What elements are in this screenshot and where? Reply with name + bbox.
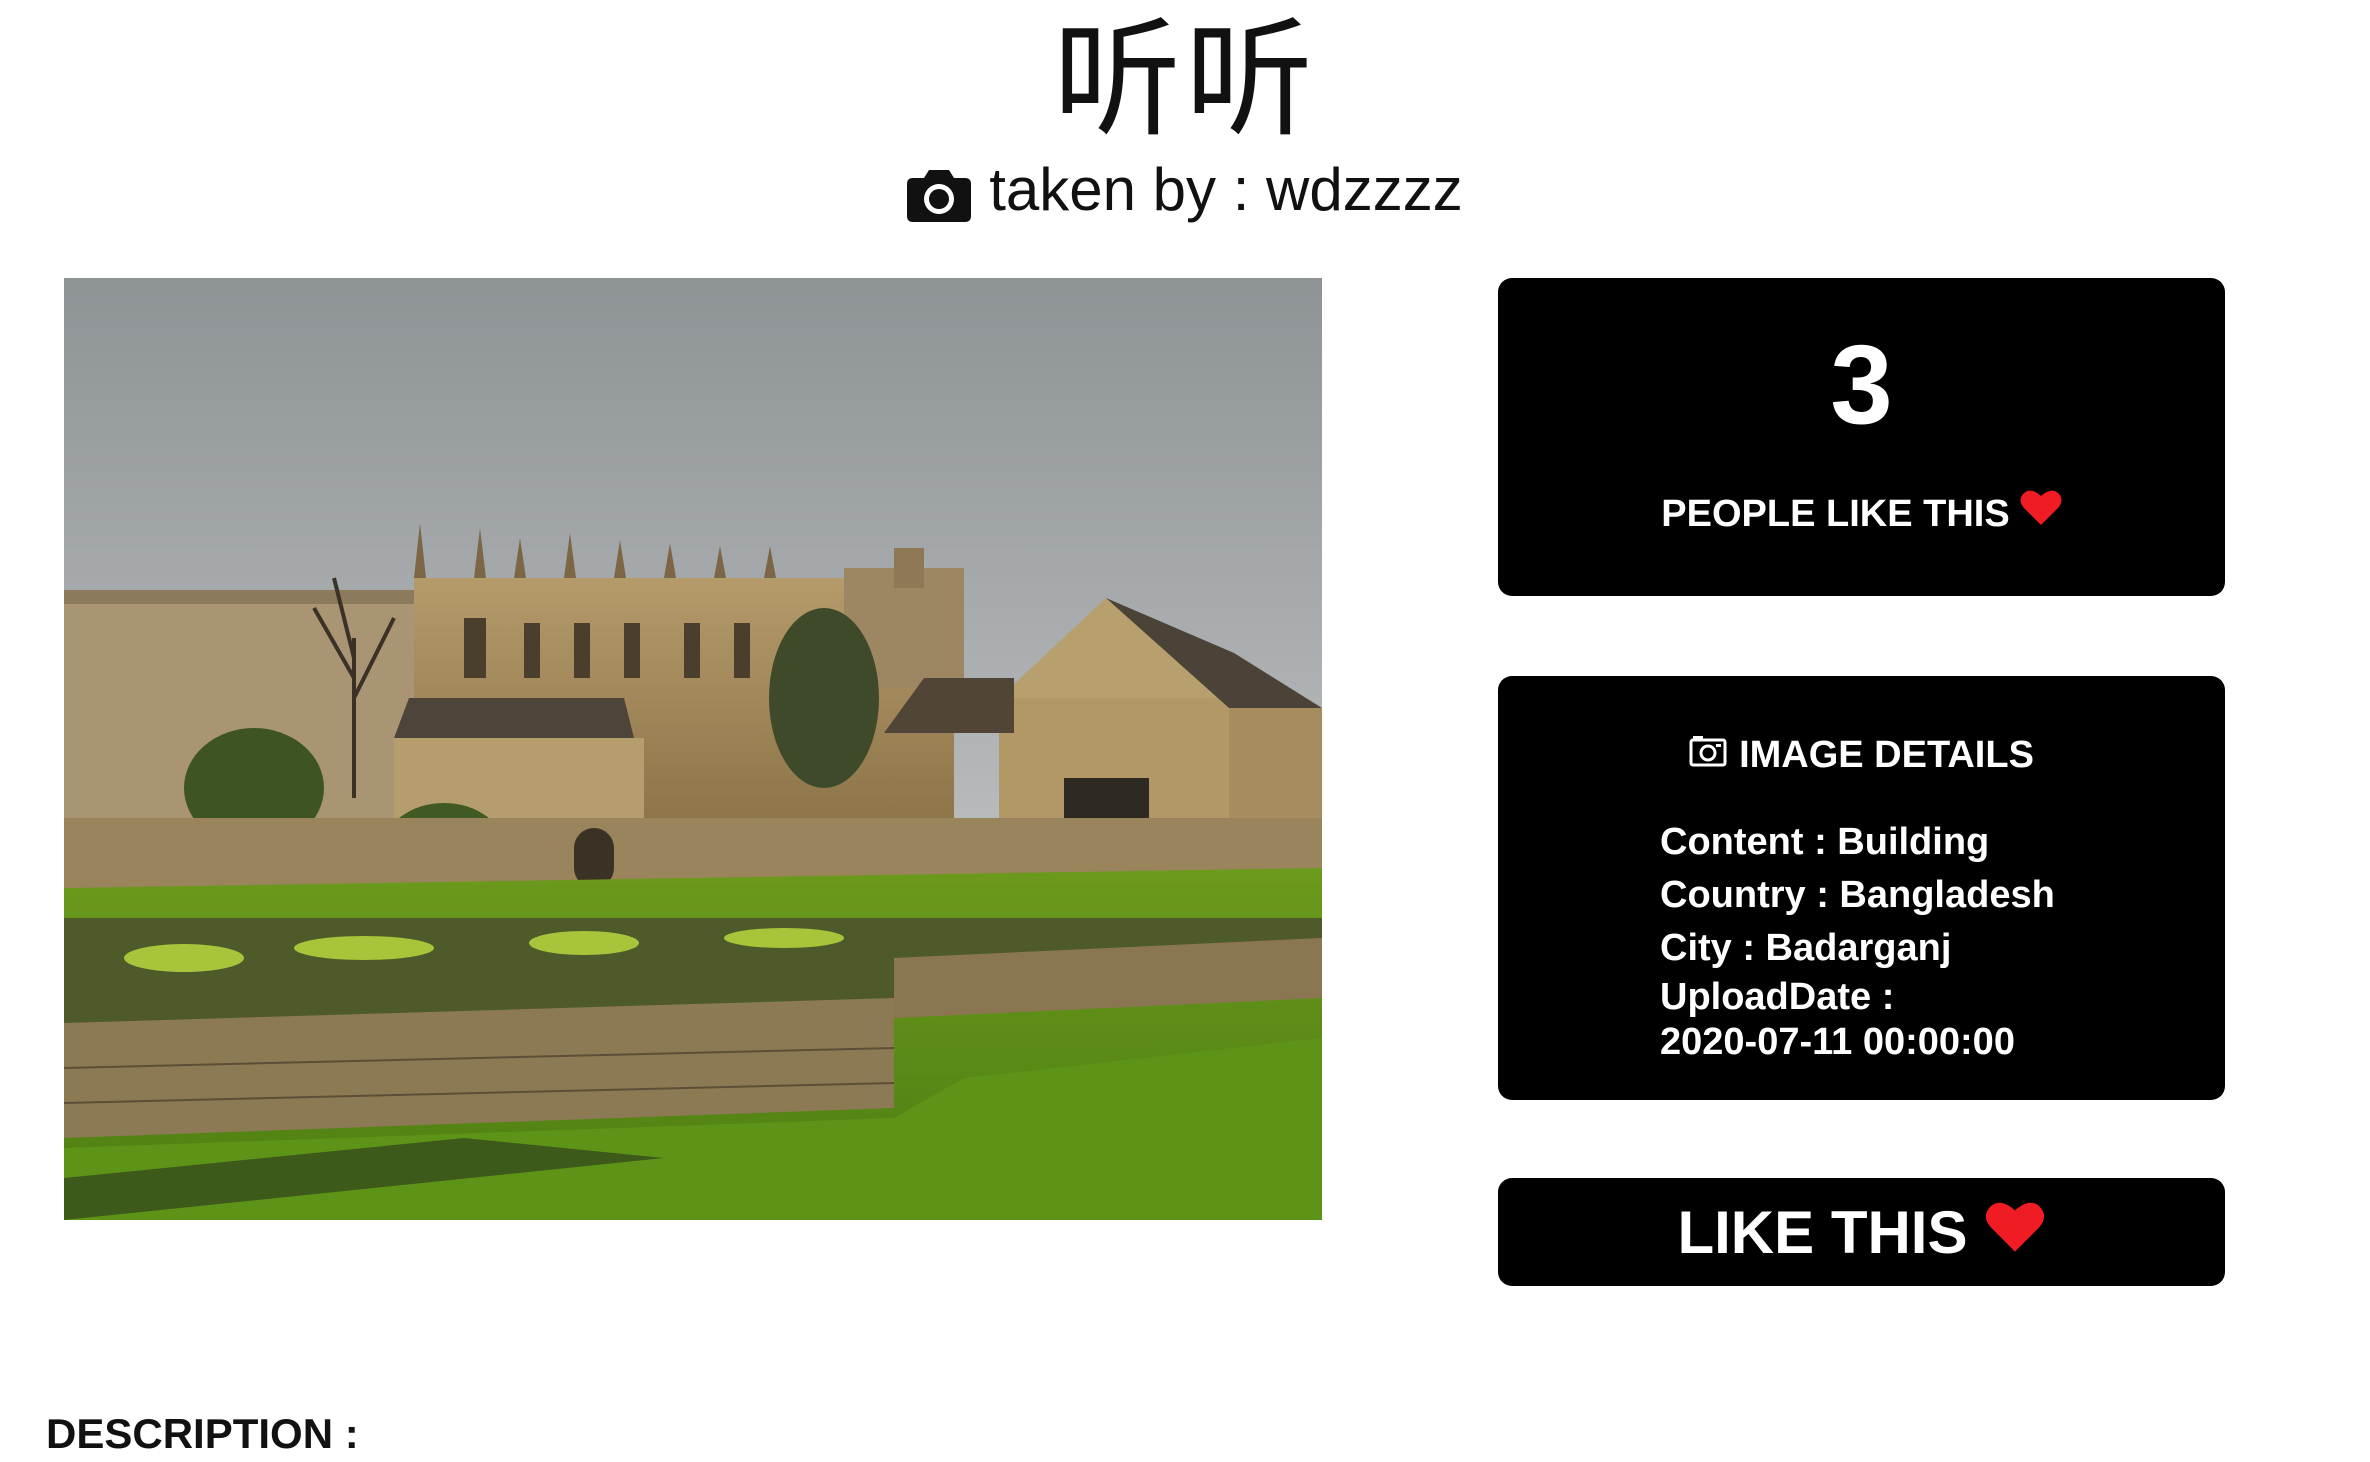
description-label: DESCRIPTION : xyxy=(46,1410,359,1457)
photo-detail-page: 听听 taken by : wdzzzz 3 PEOPLE LIKE THIS … xyxy=(0,0,2370,1462)
image-details-list: Content : Building Country : Bangladesh … xyxy=(1660,816,2200,1065)
image-details-icon xyxy=(1689,730,1727,780)
like-button-label: LIKE THIS xyxy=(1677,1198,1968,1266)
like-this-button[interactable]: LIKE THIS xyxy=(1498,1178,2225,1286)
camera-icon xyxy=(907,162,972,222)
heart-icon xyxy=(2020,488,2062,539)
heart-icon xyxy=(1984,1198,2046,1267)
likes-label-row: PEOPLE LIKE THIS xyxy=(1498,488,2225,539)
detail-content: Content : Building xyxy=(1660,821,1990,863)
byline-text: taken by : wdzzzz xyxy=(989,156,1463,223)
detail-country: Country : Bangladesh xyxy=(1660,874,2055,916)
image-details-title: IMAGE DETAILS xyxy=(1739,734,2034,776)
image-details-title-row: IMAGE DETAILS xyxy=(1498,730,2225,780)
image-details-card: IMAGE DETAILS Content : Building Country… xyxy=(1498,676,2225,1100)
detail-city: City : Badarganj xyxy=(1660,927,1952,969)
photographer-byline: taken by : wdzzzz xyxy=(0,150,2370,230)
detail-upload-label: UploadDate : xyxy=(1660,976,1895,1018)
detail-upload-value: 2020-07-11 00:00:00 xyxy=(1660,1021,2015,1063)
building-photo xyxy=(64,278,1322,1220)
likes-count: 3 xyxy=(1830,322,1893,447)
likes-label: PEOPLE LIKE THIS xyxy=(1661,492,2010,535)
likes-card: 3 PEOPLE LIKE THIS xyxy=(1498,278,2225,596)
page-title: 听听 xyxy=(1052,9,1317,152)
